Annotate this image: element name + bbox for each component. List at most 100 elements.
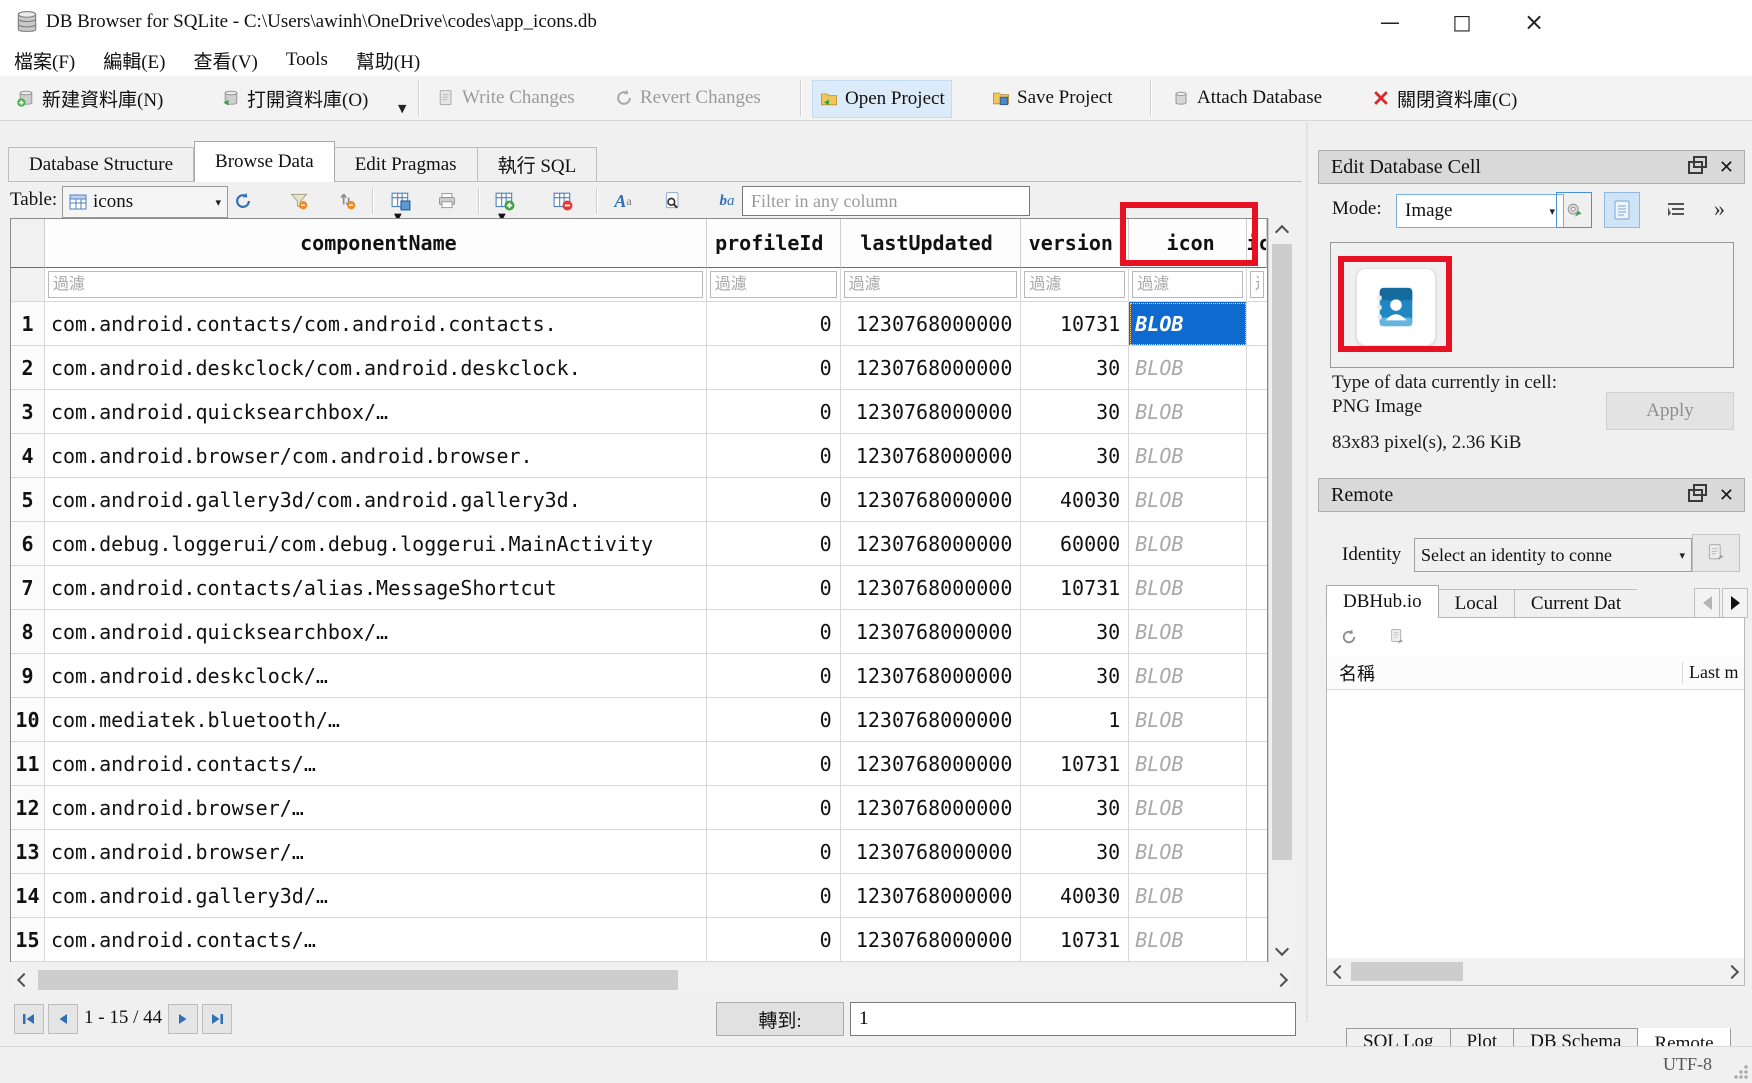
- cell-icon-blob[interactable]: BLOB: [1129, 478, 1247, 522]
- cell-profileId[interactable]: 0: [707, 874, 841, 918]
- goto-input[interactable]: [850, 1002, 1296, 1036]
- more-tools-chevron[interactable]: »: [1714, 196, 1725, 222]
- cell-componentName[interactable]: com.android.gallery3d/…: [45, 874, 707, 918]
- revert-changes-button[interactable]: Revert Changes: [608, 80, 767, 116]
- cell-lastUpdated[interactable]: 1230768000000: [841, 654, 1022, 698]
- title-bar[interactable]: DB Browser for SQLite - C:\Users\awinh\O…: [0, 0, 1752, 44]
- tabs-scroll-right-button[interactable]: [1722, 588, 1748, 618]
- tabs-scroll-left-button[interactable]: [1694, 588, 1720, 618]
- scroll-left-arrow[interactable]: [10, 966, 34, 994]
- cell-componentName[interactable]: com.android.gallery3d/com.android.galler…: [45, 478, 707, 522]
- text-mode-button[interactable]: [1604, 192, 1640, 228]
- goto-button[interactable]: 轉到:: [716, 1002, 844, 1036]
- delete-record-icon[interactable]: [550, 188, 576, 214]
- remote-tab-local[interactable]: Local: [1439, 589, 1515, 618]
- clear-sort-icon[interactable]: [334, 188, 360, 214]
- grid-horizontal-scrollbar[interactable]: [10, 966, 1294, 994]
- cell-componentName[interactable]: com.mediatek.bluetooth/…: [45, 698, 707, 742]
- cell-version[interactable]: 30: [1021, 390, 1129, 434]
- menu-item-1[interactable]: 編輯(E): [89, 44, 179, 76]
- cell-profileId[interactable]: 0: [707, 522, 841, 566]
- table-selector[interactable]: icons ▾: [62, 186, 228, 218]
- horizontal-scroll-thumb[interactable]: [38, 970, 678, 990]
- cell-profileId[interactable]: 0: [707, 434, 841, 478]
- cell-version[interactable]: 10731: [1021, 742, 1129, 786]
- vertical-scroll-thumb[interactable]: [1272, 244, 1292, 860]
- column-header-version[interactable]: version: [1021, 219, 1129, 268]
- cell-partial[interactable]: [1247, 610, 1267, 654]
- attach-database-button[interactable]: Attach Database: [1165, 80, 1328, 116]
- cell-lastUpdated[interactable]: 1230768000000: [841, 478, 1022, 522]
- open-database-button[interactable]: 打開資料庫(O): [215, 80, 374, 116]
- cell-version[interactable]: 10731: [1021, 566, 1129, 610]
- scroll-left-arrow[interactable]: [1327, 958, 1349, 985]
- clear-filter-icon[interactable]: [286, 188, 312, 214]
- write-changes-button[interactable]: Write Changes: [430, 80, 581, 116]
- horizontal-scroll-thumb[interactable]: [1351, 962, 1463, 981]
- next-record-button[interactable]: [168, 1004, 198, 1034]
- cell-icon-blob[interactable]: BLOB: [1129, 698, 1247, 742]
- new-database-button[interactable]: 新建資料庫(N): [10, 80, 169, 116]
- cell-componentName[interactable]: com.android.contacts/com.android.contact…: [45, 302, 707, 346]
- menu-item-2[interactable]: 查看(V): [180, 44, 272, 76]
- cell-profileId[interactable]: 0: [707, 610, 841, 654]
- tab--sql[interactable]: 執行 SQL: [478, 147, 598, 182]
- cell-icon-blob[interactable]: BLOB: [1129, 874, 1247, 918]
- cell-profileId[interactable]: 0: [707, 918, 841, 962]
- refresh-icon[interactable]: [230, 188, 256, 214]
- column-header-componentName[interactable]: componentName: [45, 219, 707, 268]
- tab-database-structure[interactable]: Database Structure: [8, 147, 194, 182]
- cell-version[interactable]: 40030: [1021, 478, 1129, 522]
- remote-horizontal-scrollbar[interactable]: [1327, 958, 1744, 985]
- filter-input-profileId[interactable]: [710, 271, 837, 298]
- cell-profileId[interactable]: 0: [707, 742, 841, 786]
- cell-icon-blob[interactable]: BLOB: [1129, 742, 1247, 786]
- scroll-right-arrow[interactable]: [1270, 966, 1294, 994]
- cell-lastUpdated[interactable]: 1230768000000: [841, 830, 1022, 874]
- cell-partial[interactable]: [1247, 918, 1267, 962]
- cell-profileId[interactable]: 0: [707, 302, 841, 346]
- cell-lastUpdated[interactable]: 1230768000000: [841, 566, 1022, 610]
- cell-version[interactable]: 1: [1021, 698, 1129, 742]
- cell-componentName[interactable]: com.debug.loggerui/com.debug.loggerui.Ma…: [45, 522, 707, 566]
- cell-lastUpdated[interactable]: 1230768000000: [841, 522, 1022, 566]
- cell-profileId[interactable]: 0: [707, 654, 841, 698]
- cell-version[interactable]: 10731: [1021, 302, 1129, 346]
- cell-lastUpdated[interactable]: 1230768000000: [841, 874, 1022, 918]
- cell-icon-blob[interactable]: BLOB: [1129, 390, 1247, 434]
- cell-version[interactable]: 30: [1021, 434, 1129, 478]
- mode-selector[interactable]: Image ▾: [1396, 194, 1564, 228]
- cell-icon-blob[interactable]: BLOB: [1129, 918, 1247, 962]
- previous-record-button[interactable]: [48, 1004, 78, 1034]
- cell-icon-blob[interactable]: BLOB: [1129, 830, 1247, 874]
- remote-name-column-header[interactable]: 名稱: [1327, 660, 1682, 686]
- open-database-dropdown-caret[interactable]: ▼: [398, 102, 406, 115]
- cell-icon-blob[interactable]: BLOB: [1129, 786, 1247, 830]
- grid-vertical-scrollbar[interactable]: [1268, 218, 1295, 962]
- save-project-button[interactable]: Save Project: [985, 80, 1119, 116]
- cell-partial[interactable]: [1247, 654, 1267, 698]
- cell-partial[interactable]: [1247, 346, 1267, 390]
- menu-item-4[interactable]: 幫助(H): [342, 44, 434, 76]
- close-panel-icon[interactable]: ✕: [1719, 157, 1734, 178]
- filter-input-lastUpdated[interactable]: [844, 271, 1018, 298]
- filter-input-ic[interactable]: [1250, 271, 1264, 298]
- float-panel-icon[interactable]: [1688, 161, 1703, 174]
- close-database-button[interactable]: 關閉資料庫(C): [1365, 80, 1523, 116]
- find-in-cells-icon[interactable]: [660, 188, 686, 214]
- cell-lastUpdated[interactable]: 1230768000000: [841, 434, 1022, 478]
- menu-item-0[interactable]: 檔案(F): [0, 44, 89, 76]
- cell-icon-blob[interactable]: BLOB: [1129, 566, 1247, 610]
- cell-partial[interactable]: [1247, 478, 1267, 522]
- cell-version[interactable]: 30: [1021, 610, 1129, 654]
- cell-partial[interactable]: [1247, 830, 1267, 874]
- identity-selector[interactable]: Select an identity to conne ▾: [1414, 538, 1692, 572]
- cell-version[interactable]: 30: [1021, 830, 1129, 874]
- cell-componentName[interactable]: com.android.browser/…: [45, 786, 707, 830]
- open-project-button[interactable]: Open Project: [812, 80, 952, 118]
- menu-item-3[interactable]: Tools: [272, 44, 342, 76]
- cell-partial[interactable]: [1247, 434, 1267, 478]
- cell-componentName[interactable]: com.android.contacts/…: [45, 918, 707, 962]
- cell-icon-blob[interactable]: BLOB: [1129, 610, 1247, 654]
- cell-version[interactable]: 30: [1021, 346, 1129, 390]
